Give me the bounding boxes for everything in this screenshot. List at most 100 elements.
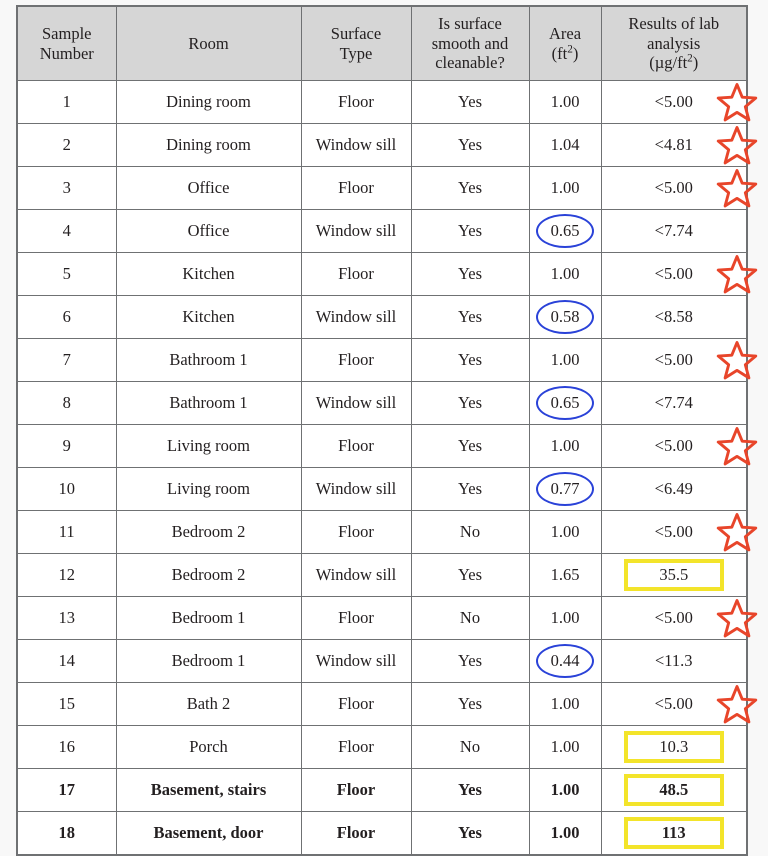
cell-surface: Window sill [300,295,412,339]
cell-smooth: Yes [410,295,530,339]
cell-smooth: Yes [410,338,530,382]
cell-smooth: Yes [410,424,530,468]
surface-value: Window sill [315,565,397,585]
room-value: Dining room [166,135,251,155]
surface-value: Floor [338,737,374,757]
area-value: 1.00 [550,780,580,800]
cell-lab: 35.5 [600,553,748,597]
column-header-area: Area (ft2) [528,5,602,81]
sample-value: 7 [62,350,71,370]
column-header-line: analysis [647,33,701,53]
cell-area: 1.00 [528,252,602,296]
cell-room: Dining room [115,80,302,124]
cell-sample: 10 [16,467,117,511]
cell-room: Bath 2 [115,682,302,726]
cell-room: Bedroom 2 [115,553,302,597]
cell-surface: Window sill [300,209,412,253]
cell-surface: Window sill [300,123,412,167]
cell-sample: 17 [16,768,117,812]
cell-smooth: No [410,596,530,640]
lab-result-value: 10.3 [659,737,689,757]
room-value: Bedroom 1 [171,608,246,628]
cell-surface: Floor [300,596,412,640]
room-value: Dining room [166,92,251,112]
room-value: Living room [167,479,250,499]
cell-sample: 1 [16,80,117,124]
cell-surface: Window sill [300,381,412,425]
cell-smooth: Yes [410,252,530,296]
smooth-value: Yes [458,823,482,843]
cell-room: Living room [115,467,302,511]
cell-area: 1.00 [528,338,602,382]
cell-lab: <5.00 [600,424,758,468]
sample-value: 17 [58,780,76,800]
cell-surface: Floor [300,811,412,856]
cell-sample: 13 [16,596,117,640]
smooth-value: No [459,608,481,628]
room-value: Bedroom 1 [171,651,246,671]
cell-smooth: Yes [410,682,530,726]
sample-value: 14 [58,651,76,671]
column-header-line: Number [39,43,94,63]
cell-lab: 48.5 [600,768,748,812]
cell-smooth: Yes [410,123,530,167]
cell-sample: 16 [16,725,117,769]
cell-sample: 14 [16,639,117,683]
lab-result-value: <5.00 [654,436,693,456]
room-value: Basement, door [153,823,264,843]
column-header-line: Surface [330,24,382,44]
cell-lab: <5.00 [600,252,758,296]
area-value: 1.00 [550,436,580,456]
cell-room: Porch [115,725,302,769]
cell-area: 0.77 [528,467,602,511]
column-header-line: (µg/ft2) [649,52,699,73]
cell-sample: 11 [16,510,117,554]
lab-result-value: 48.5 [659,780,689,800]
cell-area: 1.00 [528,682,602,726]
sample-value: 16 [58,737,76,757]
cell-surface: Floor [300,252,412,296]
column-header-sample: Sample Number [16,5,117,81]
cell-area: 1.65 [528,553,602,597]
cell-room: Dining room [115,123,302,167]
red-star-icon [716,82,758,122]
table-row: 10 Living room Window sill Yes 0.77 <6.49 [16,467,748,511]
room-value: Porch [189,737,228,757]
smooth-value: Yes [457,307,482,327]
table-row: 2 Dining room Window sill Yes 1.04 <4.81 [16,123,758,167]
room-value: Bathroom 1 [169,350,248,370]
cell-sample: 9 [16,424,117,468]
cell-area: 1.00 [528,80,602,124]
column-header-room: Room [115,5,302,81]
cell-room: Bedroom 1 [115,639,302,683]
surface-value: Floor [338,608,374,628]
cell-smooth: Yes [410,166,530,210]
cell-lab: <5.00 [600,338,758,382]
cell-smooth: Yes [410,768,530,812]
area-value: 1.00 [550,608,580,628]
surface-value: Floor [338,92,374,112]
cell-surface: Floor [300,510,412,554]
cell-smooth: Yes [410,811,530,856]
sample-value: 4 [62,221,71,241]
sample-value: 10 [58,479,76,499]
column-header-line: smooth and [431,33,509,53]
cell-surface: Floor [300,725,412,769]
smooth-value: Yes [457,221,482,241]
table-header: Sample Number Room Surface Type Is surface smo… [16,5,748,81]
cell-lab: <5.00 [600,596,758,640]
cell-area: 0.65 [528,381,602,425]
cell-smooth: No [410,725,530,769]
surface-value: Floor [338,694,374,714]
cell-sample: 2 [16,123,117,167]
smooth-value: Yes [457,178,482,198]
cell-area: 1.00 [528,811,602,856]
cell-area: 1.00 [528,725,602,769]
cell-area: 1.00 [528,596,602,640]
area-value: 1.00 [550,264,580,284]
smooth-value: No [459,522,481,542]
cell-sample: 12 [16,553,117,597]
cell-lab: <6.49 [600,467,748,511]
table-row: 15 Bath 2 Floor Yes 1.00 <5.00 [16,682,758,726]
table-row: 8 Bathroom 1 Window sill Yes 0.65 <7.74 [16,381,748,425]
